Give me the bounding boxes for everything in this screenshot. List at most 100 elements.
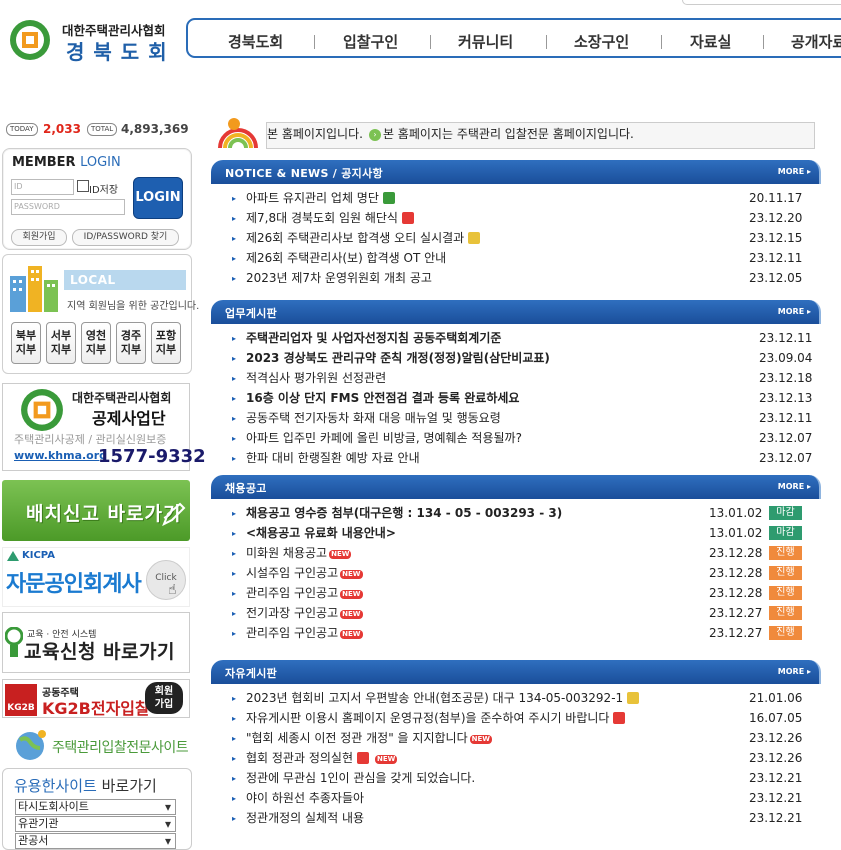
- association-logo-icon[interactable]: [9, 19, 51, 61]
- new-badge: NEW: [340, 630, 363, 639]
- mutual-aid-phone: 1577-9332: [98, 446, 206, 467]
- list-item[interactable]: ▸ 제26회 주택관리사보 합격생 오티 실시결과: [232, 229, 481, 247]
- logo-branch-name[interactable]: 경북도회: [66, 36, 176, 65]
- branch-button-north[interactable]: 북부 지부: [11, 322, 41, 364]
- post-date: 23.12.05: [749, 271, 803, 285]
- nav-item-gyeongbuk[interactable]: 경북도회: [228, 31, 283, 52]
- save-id-checkbox[interactable]: [77, 180, 89, 192]
- accountant-advisor-label: 자문공인회계사: [6, 572, 142, 597]
- save-id-label: ID저장: [89, 185, 119, 196]
- work-more-button[interactable]: MORE ▸: [778, 307, 811, 316]
- post-date: 23.12.20: [749, 211, 803, 225]
- list-item[interactable]: ▸ 2023 경상북도 관리규약 준칙 개정(정정)알림(삼단비교표): [232, 349, 550, 367]
- nav-item-manager-jobs[interactable]: 소장구인: [574, 31, 629, 52]
- list-item[interactable]: ▸ 정관에 무관심 1인이 관심을 갖게 되었습니다.: [232, 769, 475, 787]
- useful-sites-title: 유용한사이트 바로가기: [14, 777, 157, 795]
- list-item[interactable]: ▸ 공동주택 전기자동차 화재 대응 매뉴얼 및 행동요령: [232, 409, 501, 427]
- list-item[interactable]: ▸ 협회 정관과 정의실현 NEW: [232, 749, 398, 767]
- apartment-buildings-icon: [10, 266, 58, 312]
- kg2b-logo-icon: KG2B: [5, 684, 37, 716]
- jobs-more-button[interactable]: MORE ▸: [778, 482, 811, 491]
- post-date: 23.12.18: [759, 371, 813, 385]
- association-logo-icon: [21, 389, 63, 431]
- post-date: 23.12.28: [709, 586, 763, 600]
- pdf-file-icon: [613, 712, 626, 724]
- list-item[interactable]: ▸ 시설주임 구인공고 NEW: [232, 564, 363, 582]
- total-label: TOTAL: [87, 123, 118, 136]
- branch-button-gyeongju[interactable]: 경주 지부: [116, 322, 146, 364]
- sister-sites-select[interactable]: 타시도회사이트: [15, 799, 176, 815]
- government-select[interactable]: 관공서: [15, 833, 176, 849]
- list-item[interactable]: ▸ 야이 하원선 추종자들아: [232, 789, 364, 807]
- kicpa-small-label: KICPA: [22, 550, 55, 561]
- placement-report-label: 배치신고 바로가기: [26, 503, 182, 525]
- list-item[interactable]: ▸ 적격심사 평가위원 선정관련: [232, 369, 386, 387]
- id-input[interactable]: ID: [11, 179, 74, 195]
- pencil-icon: [162, 502, 186, 527]
- work-section-header: 업무게시판 MORE ▸: [211, 300, 821, 324]
- section-title: 채용공고: [225, 482, 267, 495]
- post-date: 23.12.11: [759, 331, 813, 345]
- bid-site-link[interactable]: 주택관리입찰전문사이트: [52, 737, 189, 757]
- list-item[interactable]: ▸ 2023년 제7차 운영위원회 개최 공고: [232, 269, 432, 287]
- attachment-file-icon: [627, 692, 640, 704]
- status-badge: 진행: [769, 546, 802, 560]
- list-item[interactable]: ▸ 2023년 협회비 고지서 우편발송 안내(협조공문) 대구 134-05-0…: [232, 689, 640, 707]
- related-orgs-select[interactable]: 유관기관: [15, 816, 176, 832]
- join-button[interactable]: 회원가입: [11, 229, 67, 246]
- branch-button-pohang[interactable]: 포항 지부: [151, 322, 181, 364]
- nav-item-community[interactable]: 커뮤니티: [458, 31, 513, 52]
- nav-item-library[interactable]: 자료실: [690, 31, 731, 52]
- list-item[interactable]: ▸ 제26회 주택관리사(보) 합격생 OT 안내: [232, 249, 446, 267]
- list-item[interactable]: ▸ 아파트 입주민 카페에 올린 비방글, 명예훼손 적용될까?: [232, 429, 522, 447]
- notice-more-button[interactable]: MORE ▸: [778, 167, 811, 176]
- login-button[interactable]: LOGIN: [133, 177, 183, 219]
- post-date: 13.01.02: [709, 506, 763, 520]
- list-item[interactable]: ▸ 자유게시판 이용시 홈페이지 운영규정(첨부)을 준수하여 주시기 바랍니다: [232, 709, 626, 727]
- branch-button-yeongcheon[interactable]: 영천 지부: [81, 322, 111, 364]
- section-title: 자유게시판: [225, 667, 278, 680]
- attachment-file-icon: [468, 232, 481, 244]
- post-date: 23.12.26: [749, 731, 803, 745]
- status-badge: 진행: [769, 606, 802, 620]
- post-date: 23.12.27: [709, 606, 763, 620]
- post-date: 16.07.05: [749, 711, 803, 725]
- jobs-section-header: 채용공고 MORE ▸: [211, 475, 821, 499]
- list-item[interactable]: ▸ 관리주임 구인공고 NEW: [232, 584, 363, 602]
- post-date: 21.01.06: [749, 691, 803, 705]
- section-title: 업무게시판: [225, 307, 278, 320]
- nav-item-public-data[interactable]: 공개자료: [791, 31, 841, 52]
- status-badge: 마감: [769, 506, 802, 520]
- password-input[interactable]: PASSWORD: [11, 199, 125, 215]
- post-date: 23.12.21: [749, 791, 803, 805]
- mutual-aid-url[interactable]: www.khma.org: [14, 449, 107, 462]
- post-date: 23.12.07: [759, 451, 813, 465]
- nav-separator: [546, 35, 547, 49]
- kg2b-join-button[interactable]: 회원 가입: [145, 682, 183, 714]
- excel-file-icon: [382, 192, 395, 204]
- local-community-title: LOCAL COMMUNITY: [64, 270, 186, 307]
- login-title: MEMBER LOGIN: [12, 155, 121, 170]
- list-item[interactable]: ▸ 미화원 채용공고 NEW: [232, 544, 352, 562]
- click-button[interactable]: Click: [146, 560, 186, 600]
- list-item[interactable]: ▸ 전기과장 구인공고 NEW: [232, 604, 363, 622]
- list-item[interactable]: ▸ 관리주임 구인공고 NEW: [232, 624, 363, 642]
- list-item[interactable]: ▸ 채용공고 영수증 첨부(대구은행 : 134 - 05 - 003293 - …: [232, 504, 562, 522]
- kg2b-label: KG2B전자입찰: [42, 699, 150, 718]
- list-item[interactable]: ▸ 16층 이상 단지 FMS 안전점검 결과 등록 완료하세요: [232, 389, 519, 407]
- top-search-box[interactable]: [682, 0, 841, 5]
- free-board-more-button[interactable]: MORE ▸: [778, 667, 811, 676]
- branch-button-west[interactable]: 서부 지부: [46, 322, 76, 364]
- today-count: 2,033: [43, 122, 81, 136]
- list-item[interactable]: ▸ 아파트 유지관리 업체 명단: [232, 189, 395, 207]
- list-item[interactable]: ▸ 주택관리업자 및 사업자선정지침 공동주택회계기준: [232, 329, 501, 347]
- list-item[interactable]: ▸ "협회 세종시 이전 정관 개정" 을 지지합니다 NEW: [232, 729, 492, 747]
- post-date: 23.12.26: [749, 751, 803, 765]
- find-id-password-button[interactable]: ID/PASSWORD 찾기: [72, 229, 179, 246]
- new-badge: NEW: [469, 735, 492, 744]
- list-item[interactable]: ▸ 한파 대비 한랭질환 예방 자료 안내: [232, 449, 420, 467]
- list-item[interactable]: ▸ 제7,8대 경북도회 임원 해단식: [232, 209, 414, 227]
- list-item[interactable]: ▸ <채용공고 유료화 내용안내>: [232, 524, 396, 542]
- nav-item-bidding[interactable]: 입찰구인: [343, 31, 398, 52]
- list-item[interactable]: ▸ 정관개정의 실체적 내용: [232, 809, 364, 827]
